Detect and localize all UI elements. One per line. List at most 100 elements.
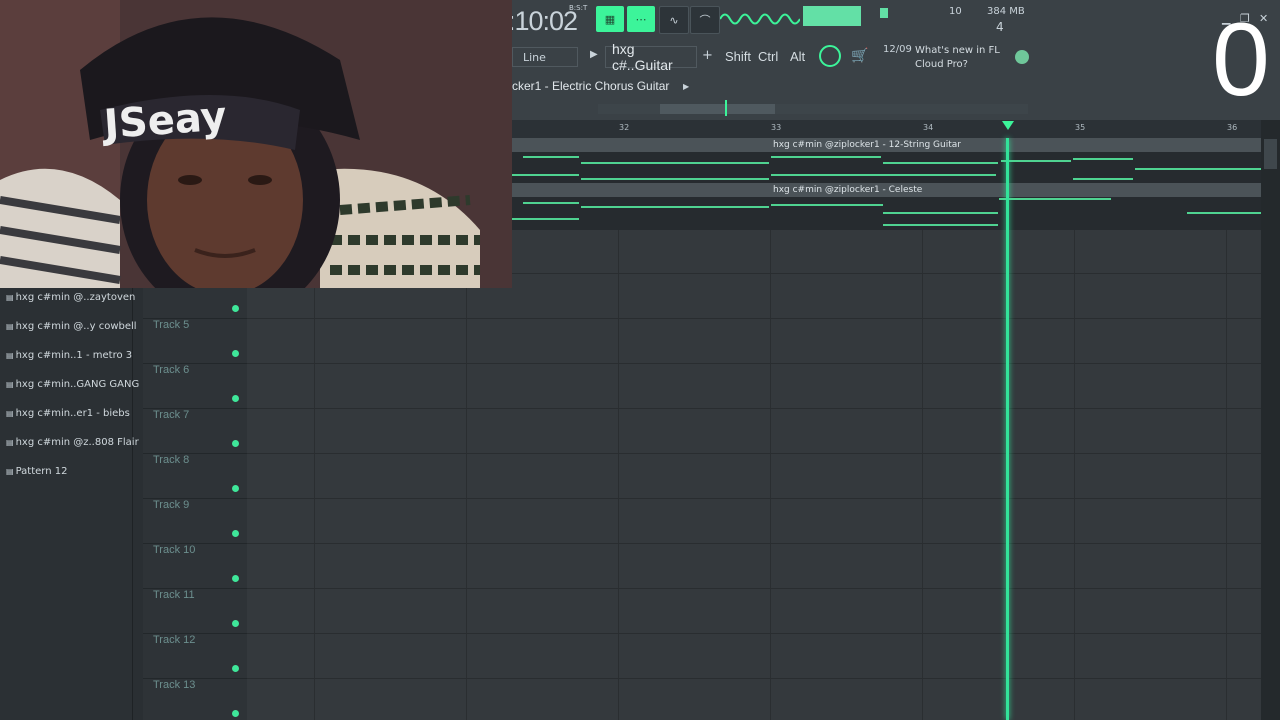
note: [999, 198, 1111, 200]
track-label[interactable]: Track 12: [153, 634, 195, 646]
track-label[interactable]: Track 8: [153, 454, 189, 466]
track-mute-led[interactable]: [232, 665, 239, 672]
add-pattern-button[interactable]: +: [702, 48, 713, 63]
note: [1073, 178, 1133, 180]
snap-mode-select[interactable]: Line: [512, 47, 578, 67]
cpu-meter-icon: [880, 8, 888, 18]
cpu-readout: 10: [949, 6, 962, 17]
note: [883, 212, 998, 214]
news-text[interactable]: What's new in FL Cloud Pro?: [915, 44, 1010, 72]
pattern-play-icon[interactable]: ▶: [590, 49, 598, 60]
track-mute-led[interactable]: [232, 575, 239, 582]
track-mute-led[interactable]: [232, 350, 239, 357]
pattern-item[interactable]: hxg c#min @..y cowbell: [6, 317, 137, 337]
note: [581, 206, 769, 208]
clip-header-left-1[interactable]: [511, 138, 769, 152]
cart-icon[interactable]: 🛒: [851, 48, 868, 64]
pattern-item[interactable]: Pattern 12: [6, 462, 68, 482]
polyphony-readout: 4: [996, 20, 1004, 34]
pattern-item[interactable]: hxg c#min..GANG GANG: [6, 375, 140, 395]
note: [883, 224, 998, 226]
track-mute-led[interactable]: [232, 485, 239, 492]
note: [771, 204, 883, 206]
wait-record-icon[interactable]: ∿: [659, 6, 689, 34]
track-mute-led[interactable]: [232, 440, 239, 447]
clip-header-celeste[interactable]: hxg c#min @ziplocker1 - Celeste: [769, 183, 1261, 197]
grid-row-line: [247, 408, 1261, 409]
oscilloscope: [720, 13, 800, 25]
playhead-marker[interactable]: [1002, 121, 1014, 130]
typing-keyboard-icon[interactable]: ▦: [596, 6, 624, 32]
news-date: 12/09: [883, 44, 912, 55]
grid-row-line: [247, 318, 1261, 319]
vertical-scrollbar[interactable]: [1261, 120, 1280, 720]
step-edit-icon[interactable]: ⋯: [627, 6, 655, 32]
grid-line: [314, 230, 315, 720]
song-time-display[interactable]: :10:02: [508, 6, 578, 37]
pattern-item[interactable]: hxg c#min @..zaytoven: [6, 288, 136, 308]
vertical-scroll-thumb[interactable]: [1264, 139, 1277, 169]
note: [581, 178, 769, 180]
track-label[interactable]: Track 7: [153, 409, 189, 421]
timeline-ruler[interactable]: 32 33 34 35 36: [511, 120, 1263, 139]
note: [883, 162, 998, 164]
track-label[interactable]: Track 13: [153, 679, 195, 691]
pattern-item[interactable]: hxg c#min..1 - metro 3: [6, 346, 133, 366]
ruler-bar-33: 33: [771, 123, 782, 132]
track-divider: [143, 588, 247, 589]
grid-line: [1074, 230, 1075, 720]
track-mute-led[interactable]: [232, 395, 239, 402]
track-mute-led[interactable]: [232, 710, 239, 717]
playhead[interactable]: [1006, 138, 1009, 720]
overlay-digit: 0: [1212, 2, 1270, 118]
track-divider: [143, 498, 247, 499]
note: [771, 156, 881, 158]
track-label[interactable]: Track 6: [153, 364, 189, 376]
track-divider: [143, 678, 247, 679]
horizontal-scroll-thumb[interactable]: [660, 104, 775, 114]
grid-line: [618, 230, 619, 720]
ruler-bar-32: 32: [619, 123, 630, 132]
clip-header-12-string-guitar[interactable]: hxg c#min @ziplocker1 - 12-String Guitar: [769, 138, 1261, 152]
ctrl-key[interactable]: Ctrl: [758, 49, 778, 64]
clip-area[interactable]: hxg c#min @ziplocker1 - 12-String Guitar…: [511, 138, 1261, 230]
clip-header-left-2[interactable]: [511, 183, 769, 197]
song-position-marker: [725, 100, 727, 116]
track-mute-led[interactable]: [232, 530, 239, 537]
globe-icon[interactable]: [1015, 50, 1029, 64]
ruler-bar-36: 36: [1227, 123, 1238, 132]
note: [1135, 168, 1261, 170]
grid-row-line: [247, 363, 1261, 364]
note: [523, 202, 579, 204]
note: [511, 218, 579, 220]
track-label[interactable]: Track 11: [153, 589, 195, 601]
shift-key[interactable]: Shift: [725, 49, 751, 64]
playlist-title-arrow-icon[interactable]: ▶: [683, 82, 689, 91]
playlist-grid[interactable]: [247, 230, 1261, 720]
time-unit-label: B:S:T: [569, 4, 588, 12]
pattern-item[interactable]: hxg c#min..er1 - biebs: [6, 404, 130, 424]
cap-text: JSeay: [99, 94, 228, 149]
grid-row-line: [247, 498, 1261, 499]
track-label[interactable]: Track 10: [153, 544, 195, 556]
pattern-selector[interactable]: hxg c#..Guitar: [605, 41, 697, 73]
track-mute-led[interactable]: [232, 620, 239, 627]
grid-row-line: [247, 453, 1261, 454]
track-label[interactable]: Track 5: [153, 319, 189, 331]
hint-icon[interactable]: [819, 45, 841, 67]
webcam-overlay: JSeay: [0, 0, 512, 288]
pattern-item[interactable]: hxg c#min @z..808 Flair: [6, 433, 139, 453]
note: [511, 174, 579, 176]
note: [581, 162, 769, 164]
webcam-person-image: JSeay: [0, 0, 512, 288]
countdown-icon[interactable]: ⌒: [690, 6, 720, 34]
track-divider: [143, 543, 247, 544]
grid-row-line: [247, 543, 1261, 544]
note: [771, 174, 996, 176]
alt-key[interactable]: Alt: [790, 49, 805, 64]
volume-meter: [803, 6, 861, 26]
playlist-title: cker1 - Electric Chorus Guitar: [512, 79, 670, 93]
note: [523, 156, 579, 158]
track-mute-led[interactable]: [232, 305, 239, 312]
track-label[interactable]: Track 9: [153, 499, 189, 511]
